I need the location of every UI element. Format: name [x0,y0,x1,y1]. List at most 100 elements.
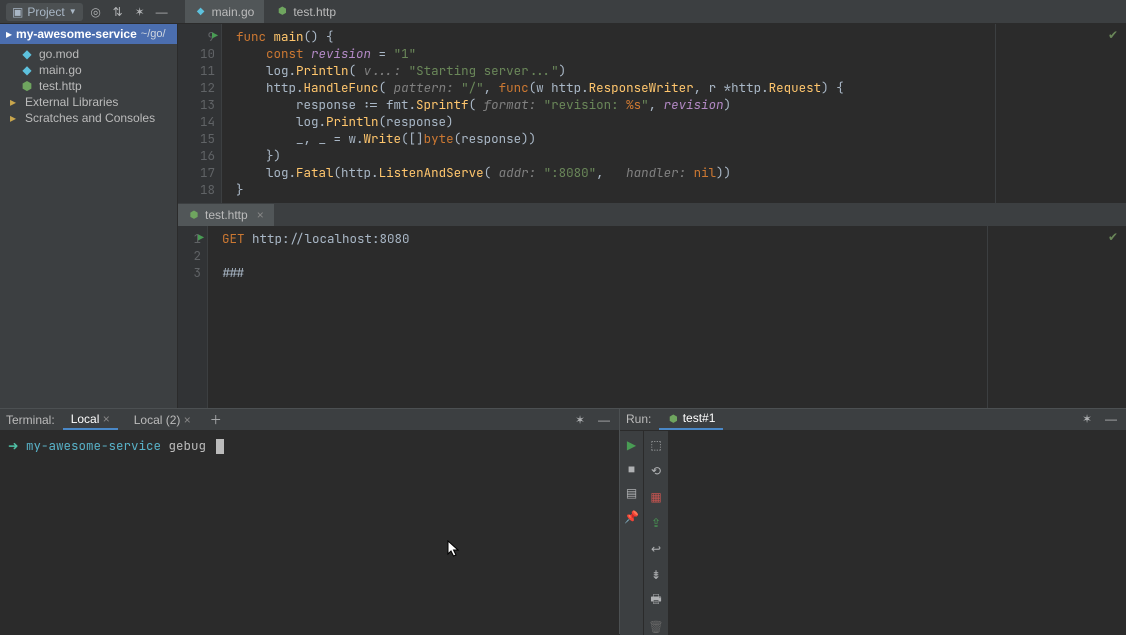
close-icon[interactable]: × [103,412,110,426]
scratches-consoles[interactable]: ▸ Scratches and Consoles [0,110,177,126]
line-number: 18 [178,181,215,198]
terminal-body[interactable]: ➜ my-awesome-service gebug [0,431,619,634]
line-number: 13 [178,96,215,113]
editor-area: 9 10 11 12 13 14 15 16 17 18 ▶func main(… [178,24,1126,408]
gear-icon[interactable]: ✶ [571,411,589,429]
tab-main-go[interactable]: ◆ main.go [185,0,265,23]
line-number: 2 [178,247,201,264]
external-libraries[interactable]: ▸ External Libraries [0,94,177,110]
trash-icon[interactable]: 🗑 [648,619,664,635]
run-gutter-icon[interactable]: ▶ [212,27,218,44]
minimize-icon[interactable]: — [153,3,171,21]
line-number: 10 [178,45,215,62]
http-file-icon: ⬢ [188,209,200,221]
line-number: 17 [178,164,215,181]
minimize-icon[interactable]: — [1102,410,1120,428]
run-header: Run: ⬢ test#1 ✶ — [620,409,1126,431]
project-name: my-awesome-service [16,27,137,41]
prompt-directory: my-awesome-service [26,437,161,454]
project-path: ~/go/ [141,28,166,40]
line-number: 12 [178,79,215,96]
terminal-tab-local[interactable]: Local × [63,410,118,430]
close-icon[interactable]: × [184,413,191,427]
gutter: 1 2 3 [178,226,208,408]
file-tree: ◆ go.mod ◆ main.go ⬢ test.http ▸ Externa… [0,44,177,128]
file-label: test.http [39,79,82,93]
file-main-go[interactable]: ◆ main.go [0,62,177,78]
run-output[interactable] [668,431,1126,635]
stop-icon[interactable]: ■ [624,461,640,477]
go-file-icon: ◆ [20,47,34,61]
run-gutter-icon[interactable]: ▶ [198,229,204,246]
layout-icon[interactable]: ▤ [624,485,640,501]
folder-icon: ▸ [6,27,12,41]
print-icon[interactable]: 🖶 [648,593,664,609]
right-margin [995,24,996,203]
run-right-toolbar: ⬚ ⟲ ▦ ⇪ ↩ ⇟ 🖶 🗑 [644,431,668,635]
file-label: main.go [39,63,82,77]
split-icon[interactable]: ⇅ [109,3,127,21]
line-number: 14 [178,113,215,130]
check-icon[interactable]: ✔ [1108,230,1118,244]
dump-icon[interactable]: ▦ [648,489,664,505]
http-file-icon: ⬢ [20,79,34,93]
bottom-panel-row: Terminal: Local × Local (2) × ＋ ✶ — ➜ my… [0,408,1126,634]
editor-main-go[interactable]: 9 10 11 12 13 14 15 16 17 18 ▶func main(… [178,24,1126,204]
gear-icon[interactable]: ✶ [1078,410,1096,428]
file-go-mod[interactable]: ◆ go.mod [0,46,177,62]
go-file-icon: ◆ [195,6,207,18]
tab-label: test.http [205,208,248,222]
go-file-icon: ◆ [20,63,34,77]
terminal-panel: Terminal: Local × Local (2) × ＋ ✶ — ➜ my… [0,409,620,634]
tab-label: test.http [293,5,336,19]
file-test-http[interactable]: ⬢ test.http [0,78,177,94]
tab-label: main.go [212,5,255,19]
project-sidebar: ▸ my-awesome-service ~/go/ ◆ go.mod ◆ ma… [0,24,178,408]
run-config-label: test#1 [683,411,716,425]
line-number: 11 [178,62,215,79]
line-number: 15 [178,130,215,147]
http-file-icon: ⬢ [667,414,679,426]
scratches-icon: ▸ [6,111,20,125]
run-tab[interactable]: ⬢ test#1 [659,409,723,430]
close-icon[interactable]: × [257,208,264,222]
minimize-icon[interactable]: — [595,411,613,429]
gear-icon[interactable]: ✶ [131,3,149,21]
project-dropdown[interactable]: ▣ Project ▼ [6,3,83,21]
prompt-arrow-icon: ➜ [8,437,18,454]
tab-test-http-split[interactable]: ⬢ test.http × [178,204,274,226]
run-left-toolbar: ▶ ■ ▤ 📌 [620,431,644,635]
code-content[interactable]: ▶func main() { const revision = "1" log.… [222,24,1126,203]
gutter: 9 10 11 12 13 14 15 16 17 18 [178,24,222,203]
top-toolbar: ▣ Project ▼ ◎ ⇅ ✶ — ◆ main.go ⬢ test.htt… [0,0,1126,24]
pin-icon[interactable]: 📌 [624,509,640,525]
library-icon: ▸ [6,95,20,109]
line-number: 9 [178,28,215,45]
line-number: 3 [178,264,201,281]
terminal-header: Terminal: Local × Local (2) × ＋ ✶ — [0,409,619,431]
scroll-icon[interactable]: ⇟ [648,567,664,583]
run-title: Run: [626,412,651,426]
terminal-tab-local-2[interactable]: Local (2) × [126,411,199,429]
editor-tab-bar: ◆ main.go ⬢ test.http [175,0,346,23]
add-terminal-icon[interactable]: ＋ [207,411,225,429]
code-content[interactable]: ▶GET http://localhost:8080 ### [208,226,1126,408]
target-icon[interactable]: ◎ [87,3,105,21]
rerun-icon[interactable]: ▶ [624,437,640,453]
up-icon[interactable]: ⬚ [648,437,664,453]
folder-icon: ▣ [12,5,23,19]
prompt-command: gebug [169,437,214,454]
split-tab-bar: ⬢ test.http × [178,204,1126,226]
terminal-cursor [216,439,224,454]
export-icon[interactable]: ⇪ [648,515,664,531]
tab-test-http[interactable]: ⬢ test.http [266,0,346,23]
wrap-icon[interactable]: ↩ [648,541,664,557]
check-icon[interactable]: ✔ [1108,28,1118,42]
http-file-icon: ⬢ [276,6,288,18]
restore-icon[interactable]: ⟲ [648,463,664,479]
chevron-down-icon: ▼ [69,7,77,16]
project-root[interactable]: ▸ my-awesome-service ~/go/ [0,24,177,44]
item-label: External Libraries [25,95,118,109]
terminal-title: Terminal: [6,413,55,427]
right-margin [987,226,988,408]
